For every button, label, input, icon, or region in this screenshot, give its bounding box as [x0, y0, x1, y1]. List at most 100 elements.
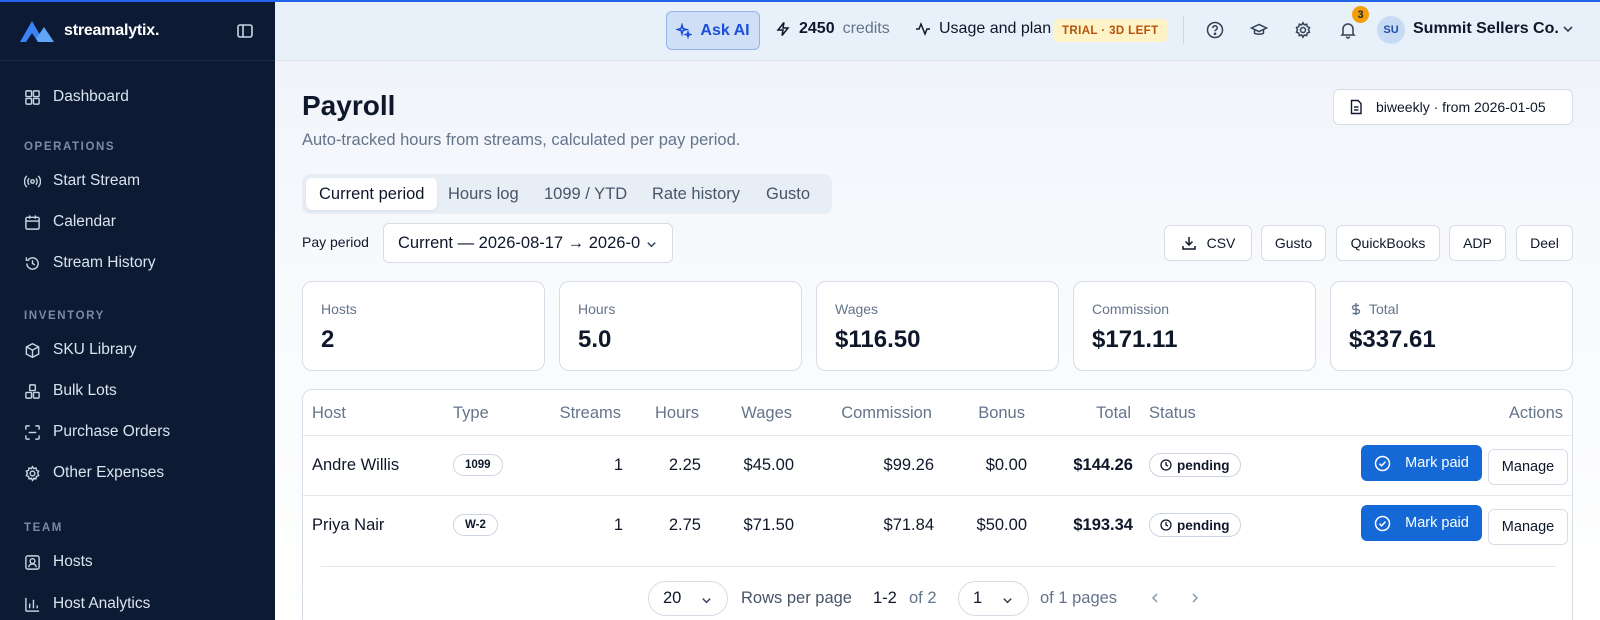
activity-icon: [916, 21, 930, 37]
usage-and-plan-link[interactable]: Usage and plan: [915, 20, 1051, 38]
sidebar-item-calendar[interactable]: Calendar: [16, 205, 262, 239]
cell-host: Priya Nair: [312, 516, 385, 534]
column-header-wages[interactable]: Wages: [741, 404, 792, 423]
sidebar-item-start-stream[interactable]: Start Stream: [16, 164, 262, 198]
notifications-button[interactable]: [1337, 19, 1359, 41]
column-header-bonus[interactable]: Bonus: [978, 404, 1025, 423]
pagination-total: of 2: [909, 589, 937, 607]
cell-bonus: $50.00: [976, 516, 1027, 534]
top-bar: Ask AI 2450 credits Usage and plan TRIAL…: [275, 0, 1600, 61]
panel-toggle-icon: [237, 24, 253, 38]
kpi-label: Commission: [1092, 301, 1170, 317]
pay-schedule-button[interactable]: biweekly · from 2026-01-05: [1333, 89, 1573, 125]
mark-paid-button[interactable]: Mark paid: [1361, 505, 1482, 541]
sidebar-item-label: SKU Library: [53, 341, 137, 358]
credits-label: credits: [842, 20, 890, 37]
sidebar-item-hosts[interactable]: Hosts: [16, 545, 262, 579]
kpi-value: $116.50: [835, 326, 921, 353]
export-csv-button[interactable]: CSV: [1164, 225, 1252, 261]
mark-paid-label: Mark paid: [1405, 515, 1469, 531]
type-badge: W-2: [453, 514, 498, 536]
chevron-right-icon: [1192, 593, 1199, 603]
sidebar-item-dashboard[interactable]: Dashboard: [16, 80, 262, 114]
mark-paid-button[interactable]: Mark paid: [1361, 445, 1482, 481]
sidebar-item-stream-history[interactable]: Stream History: [16, 246, 262, 280]
clock-icon: [1160, 519, 1172, 531]
status-text: pending: [1177, 457, 1230, 473]
org-name[interactable]: Summit Sellers Co.: [1413, 20, 1559, 38]
payroll-tabs: Current period Hours log 1099 / YTD Rate…: [302, 174, 832, 214]
column-header-type[interactable]: Type: [453, 404, 489, 423]
sidebar-collapse-button[interactable]: [234, 20, 256, 42]
credits-indicator[interactable]: 2450 credits: [775, 20, 890, 38]
mark-paid-label: Mark paid: [1405, 455, 1469, 471]
credits-value: 2450: [799, 20, 835, 37]
export-deel-button[interactable]: Deel: [1516, 225, 1573, 261]
ask-ai-button[interactable]: Ask AI: [666, 11, 760, 50]
tab-1099-ytd[interactable]: 1099 / YTD: [531, 178, 640, 210]
divider: [321, 566, 1556, 567]
kpi-label: Hosts: [321, 301, 357, 317]
sidebar-item-bulk-lots[interactable]: Bulk Lots: [16, 374, 262, 408]
kpi-label: Hours: [578, 301, 616, 317]
next-page-button[interactable]: [1183, 586, 1207, 610]
package-icon: [25, 342, 40, 358]
chevron-down-icon: [647, 242, 656, 248]
column-header-commission[interactable]: Commission: [841, 404, 932, 423]
tab-gusto[interactable]: Gusto: [753, 178, 823, 210]
cell-wages: $45.00: [743, 456, 794, 474]
rows-per-page-chevron: [700, 593, 713, 612]
cell-host: Andre Willis: [312, 456, 400, 474]
download-icon: [1181, 237, 1196, 250]
notifications-count-badge: 3: [1352, 6, 1369, 23]
page-select[interactable]: 1: [958, 581, 1029, 616]
column-header-host[interactable]: Host: [312, 404, 346, 423]
kpi-label: Total: [1349, 301, 1399, 317]
brand-logo[interactable]: streamalytix.: [18, 14, 159, 48]
avatar[interactable]: SU: [1377, 16, 1405, 44]
column-header-total[interactable]: Total: [1096, 404, 1131, 423]
column-header-status[interactable]: Status: [1149, 404, 1196, 423]
sidebar-item-other-expenses[interactable]: Other Expenses: [16, 456, 262, 490]
tab-rate-history[interactable]: Rate history: [639, 178, 753, 210]
user-square-icon: [25, 554, 40, 570]
cell-streams: 1: [613, 456, 623, 474]
tab-hours-log[interactable]: Hours log: [435, 178, 532, 210]
column-header-streams[interactable]: Streams: [560, 404, 621, 423]
kpi-commission-card: Commission $171.11: [1073, 281, 1316, 371]
sidebar-item-host-analytics[interactable]: Host Analytics: [16, 587, 262, 620]
pay-period-chevron: [645, 237, 658, 256]
rows-per-page-select[interactable]: 20: [648, 581, 728, 616]
kpi-wages-card: Wages $116.50: [816, 281, 1059, 371]
table-row: Andre Willis 1099 1 2.25 $45.00 $99.26 $…: [303, 436, 1572, 495]
pagination-pages: of 1 pages: [1040, 589, 1118, 607]
tab-current-period[interactable]: Current period: [306, 178, 438, 210]
bar-chart-icon: [25, 597, 40, 612]
chevron-down-icon: [1563, 26, 1573, 33]
export-csv-label: CSV: [1206, 235, 1236, 251]
divider: [0, 60, 275, 61]
pay-period-select[interactable]: Current — 2026-08-17 → 2026-08-30: [383, 223, 673, 263]
export-quickbooks-button[interactable]: QuickBooks: [1336, 225, 1440, 261]
settings-button[interactable]: [1292, 19, 1314, 41]
sidebar-item-purchase-orders[interactable]: Purchase Orders: [16, 415, 262, 449]
column-header-hours[interactable]: Hours: [655, 404, 699, 423]
org-switcher-chevron[interactable]: [1561, 22, 1575, 41]
export-gusto-button[interactable]: Gusto: [1261, 225, 1326, 261]
manage-button[interactable]: Manage: [1488, 449, 1568, 485]
previous-page-button[interactable]: [1143, 586, 1167, 610]
sidebar-item-sku-library[interactable]: SKU Library: [16, 333, 262, 367]
pay-schedule-label: biweekly · from 2026-01-05: [1376, 99, 1546, 115]
sidebar-item-label: Bulk Lots: [53, 382, 117, 399]
kpi-value: $171.11: [1092, 326, 1178, 353]
brand-name: streamalytix.: [64, 22, 160, 39]
help-button[interactable]: [1204, 19, 1226, 41]
export-adp-button[interactable]: ADP: [1449, 225, 1506, 261]
rows-per-page-value: 20: [663, 589, 682, 607]
sparkles-icon: [676, 22, 693, 39]
logo-icon: [20, 21, 54, 42]
manage-button[interactable]: Manage: [1488, 509, 1568, 545]
learn-button[interactable]: [1248, 19, 1270, 41]
divider: [1183, 16, 1184, 44]
kpi-label: Wages: [835, 301, 879, 317]
